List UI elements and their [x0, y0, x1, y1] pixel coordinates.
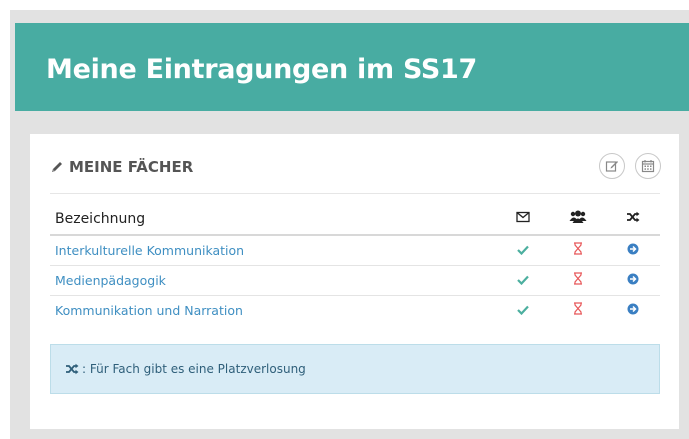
- arrow-right-circle-icon[interactable]: [627, 273, 639, 285]
- arrow-right-circle-icon[interactable]: [627, 243, 639, 255]
- check-icon: [516, 275, 529, 285]
- table-row: Interkulturelle Kommunikation: [50, 235, 660, 266]
- column-header-lottery: [605, 203, 660, 236]
- hourglass-icon: [573, 302, 582, 315]
- calendar-button[interactable]: [635, 153, 661, 179]
- panel-title-wrap: MEINE FÄCHER: [50, 158, 193, 176]
- check-icon: [516, 305, 529, 315]
- subjects-panel: MEINE FÄCHER Bezeichnung Interkulturelle…: [30, 134, 679, 429]
- lottery-info-text: : Für Fach gibt es eine Platzverlosung: [82, 362, 306, 376]
- shuffle-icon: [66, 363, 79, 375]
- pencil-icon: [52, 162, 62, 172]
- column-header-name: Bezeichnung: [50, 203, 495, 236]
- subject-link[interactable]: Interkulturelle Kommunikation: [50, 235, 495, 266]
- edit-icon: [605, 161, 618, 172]
- table-header-row: Bezeichnung: [50, 203, 660, 236]
- table-row: Medienpädagogik: [50, 265, 660, 296]
- shuffle-icon: [626, 211, 639, 222]
- page-title: Meine Eintragungen im SS17: [46, 54, 478, 85]
- edit-button[interactable]: [599, 153, 625, 179]
- arrow-right-circle-icon[interactable]: [627, 303, 639, 315]
- column-header-mail: [495, 203, 550, 236]
- subjects-table: Bezeichnung Interkulturelle Kommunikatio…: [50, 203, 660, 325]
- hourglass-icon: [573, 242, 582, 255]
- panel-header: MEINE FÄCHER: [50, 152, 661, 194]
- hourglass-icon: [573, 272, 582, 285]
- page-header: Meine Eintragungen im SS17: [15, 23, 689, 111]
- table-row: Kommunikation und Narration: [50, 295, 660, 325]
- lottery-info-alert: : Für Fach gibt es eine Platzverlosung: [50, 344, 660, 394]
- column-header-group: [550, 203, 605, 236]
- subject-link[interactable]: Kommunikation und Narration: [50, 295, 495, 325]
- subject-link[interactable]: Medienpädagogik: [50, 265, 495, 296]
- calendar-icon: [641, 160, 655, 173]
- check-icon: [516, 245, 529, 255]
- users-icon: [569, 210, 586, 223]
- panel-title: MEINE FÄCHER: [69, 158, 194, 176]
- envelope-icon: [515, 211, 530, 222]
